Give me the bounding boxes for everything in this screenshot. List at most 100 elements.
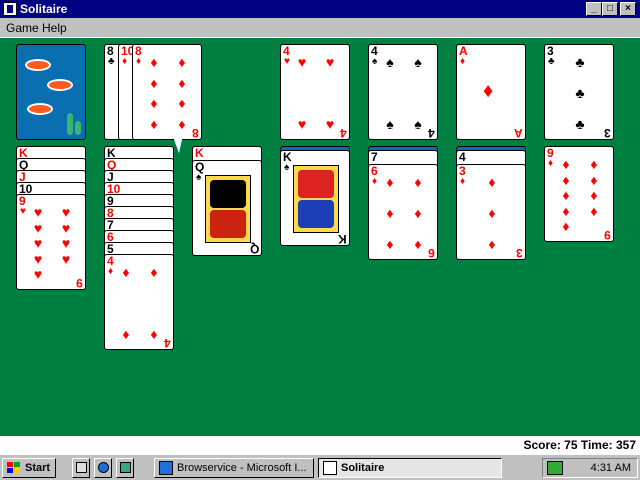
card-suit-icon: ♦ — [460, 56, 466, 67]
card-pip-icon: ♥ — [33, 235, 43, 251]
start-label: Start — [25, 462, 51, 474]
fish-graphic — [25, 59, 51, 71]
card-pip-icon: ♦ — [488, 174, 496, 190]
card-suit-icon: ♦ — [548, 158, 554, 169]
fish-graphic — [47, 79, 73, 91]
playing-card[interactable]: 3 ♦ ♦ ♦ ♦ 3 — [456, 164, 526, 260]
minimize-button[interactable]: _ — [586, 2, 602, 16]
center-pip-icon: ♦ — [483, 80, 494, 102]
card-pip-icon: ♥ — [33, 204, 43, 220]
playing-card[interactable]: 9 ♥ ♥ ♥ ♥ ♥ ♥ ♥ ♥ ♥ ♥ 9 — [16, 194, 86, 290]
card-pip-icon: ♦ — [414, 174, 422, 190]
stock-pile[interactable] — [16, 44, 86, 140]
playing-card[interactable]: K ♠ K — [280, 150, 350, 246]
card-pip-icon: ♥ — [61, 204, 71, 220]
card-suit-icon: ♥ — [284, 56, 290, 67]
card-pip-icon: ♦ — [562, 187, 570, 203]
card-pip-icon: ♥ — [297, 54, 307, 70]
game-table[interactable]: 8 ♣ 10 ♦ 8 ♦ ♦ ♦ ♦ ♦ ♦ ♦ ♦ ♦ 8 4 ♥ ♥ ♥ ♥ ♥ 4 4 ♠ ♠ ♠ ♠ ♠ 4 A ♦ ♦ A 3 ♣ ♣ ♣ ♣ 3… — [0, 38, 640, 436]
menu-help[interactable]: Help — [42, 21, 67, 35]
card-pip-icon: ♦ — [590, 171, 598, 188]
playing-card[interactable]: 9 ♦ ♦ ♦ ♦ ♦ ♦ ♦ ♦ ♦ ♦ 9 — [544, 146, 614, 242]
fish-graphic — [27, 103, 53, 115]
card-pip-icon: ♦ — [562, 156, 570, 172]
channels-icon — [120, 462, 131, 473]
card-pip-icon: ♥ — [297, 116, 307, 132]
card-pip-icon: ♥ — [33, 219, 43, 236]
card-suit-icon: ♣ — [108, 56, 115, 67]
card-pip-icon: ♦ — [150, 264, 158, 280]
card-suit-icon: ♦ — [108, 266, 114, 277]
card-pip-icon: ♥ — [33, 250, 43, 267]
playing-card[interactable]: 4 ♦ ♦ ♦ ♦ ♦ 4 — [104, 254, 174, 350]
start-button[interactable]: Start — [2, 458, 56, 478]
taskbar-solitaire-button[interactable]: Solitaire — [318, 458, 502, 478]
card-pip-icon: ♦ — [590, 156, 598, 172]
card-pip-icon: ♣ — [575, 116, 585, 132]
card-pip-icon: ♦ — [562, 202, 570, 219]
card-pip-icon: ♦ — [178, 116, 186, 132]
seaweed-graphic — [67, 113, 73, 135]
playing-card[interactable]: 3 ♣ ♣ ♣ ♣ 3 — [544, 44, 614, 140]
card-suit-icon: ♠ — [284, 162, 290, 173]
maximize-button[interactable]: □ — [602, 2, 618, 16]
card-suit-icon: ♠ — [372, 56, 378, 67]
quick-launch-desktop[interactable] — [72, 458, 90, 478]
card-pip-icon: ♥ — [325, 54, 335, 70]
card-suit-icon: ♦ — [372, 176, 378, 187]
playing-card[interactable]: 4 ♠ ♠ ♠ ♠ ♠ 4 — [368, 44, 438, 140]
card-pip-icon: ♦ — [562, 218, 570, 234]
card-pip-icon: ♥ — [33, 266, 43, 282]
card-pip-icon: ♦ — [488, 205, 496, 221]
taskbar: Start Browservice - Microsoft I... Solit… — [0, 454, 640, 480]
close-button[interactable]: × — [620, 2, 636, 16]
card-pip-icon: ♦ — [386, 236, 394, 252]
playing-card[interactable]: Q ♠ Q — [192, 160, 262, 256]
card-rank-bottom: A — [514, 126, 523, 140]
card-rank-bottom: 4 — [428, 126, 435, 140]
playing-card[interactable]: 6 ♦ ♦ ♦ ♦ ♦ ♦ ♦ 6 — [368, 164, 438, 260]
card-rank-bottom: 3 — [604, 126, 611, 140]
task-label: Solitaire — [341, 462, 385, 474]
card-pip-icon: ♦ — [122, 326, 130, 342]
playing-card[interactable]: 4 ♥ ♥ ♥ ♥ ♥ 4 — [280, 44, 350, 140]
clock[interactable]: 4:31 AM — [591, 461, 631, 475]
task-label: Browservice - Microsoft I... — [177, 462, 307, 474]
card-pip-icon: ♣ — [575, 85, 585, 101]
card-pip-icon: ♦ — [590, 187, 598, 203]
card-pip-icon: ♠ — [386, 116, 394, 132]
card-pip-icon: ♦ — [178, 54, 186, 70]
card-pip-icon: ♥ — [61, 250, 71, 267]
card-rank-bottom: 8 — [192, 126, 199, 140]
card-pip-icon: ♥ — [61, 219, 71, 236]
playing-card[interactable]: 8 ♦ ♦ ♦ ♦ ♦ ♦ ♦ ♦ ♦ 8 — [132, 44, 202, 140]
quick-launch-channels[interactable] — [116, 458, 134, 478]
quick-launch-ie[interactable] — [94, 458, 112, 478]
card-rank-bottom: 4 — [164, 336, 171, 350]
card-pip-icon: ♠ — [386, 54, 394, 70]
seaweed-graphic — [75, 121, 81, 135]
card-pip-icon: ♥ — [61, 235, 71, 251]
menu-game[interactable]: Game — [6, 21, 39, 35]
card-suit-icon: ♦ — [122, 56, 128, 67]
card-rank-bottom: Q — [249, 242, 259, 256]
card-pip-icon: ♣ — [575, 54, 585, 70]
card-pip-icon: ♦ — [590, 202, 598, 219]
solitaire-app-icon[interactable] — [3, 2, 17, 16]
card-rank-bottom: K — [338, 232, 347, 246]
card-pip-icon: ♦ — [150, 74, 158, 91]
internet-explorer-icon — [98, 462, 109, 473]
card-pip-icon: ♦ — [150, 326, 158, 342]
ie-page-icon — [159, 461, 173, 475]
card-pip-icon: ♠ — [414, 116, 422, 132]
playing-card[interactable]: A ♦ ♦ A — [456, 44, 526, 140]
card-pip-icon: ♦ — [414, 236, 422, 252]
windows-logo-icon — [7, 462, 21, 474]
card-rank-bottom: 3 — [516, 246, 523, 260]
network-tray-icon[interactable] — [547, 461, 563, 475]
desktop-icon — [76, 462, 87, 473]
card-pip-icon: ♦ — [386, 205, 394, 221]
card-pip-icon: ♦ — [178, 95, 186, 112]
taskbar-browser-button[interactable]: Browservice - Microsoft I... — [154, 458, 314, 478]
card-pip-icon: ♦ — [150, 95, 158, 112]
